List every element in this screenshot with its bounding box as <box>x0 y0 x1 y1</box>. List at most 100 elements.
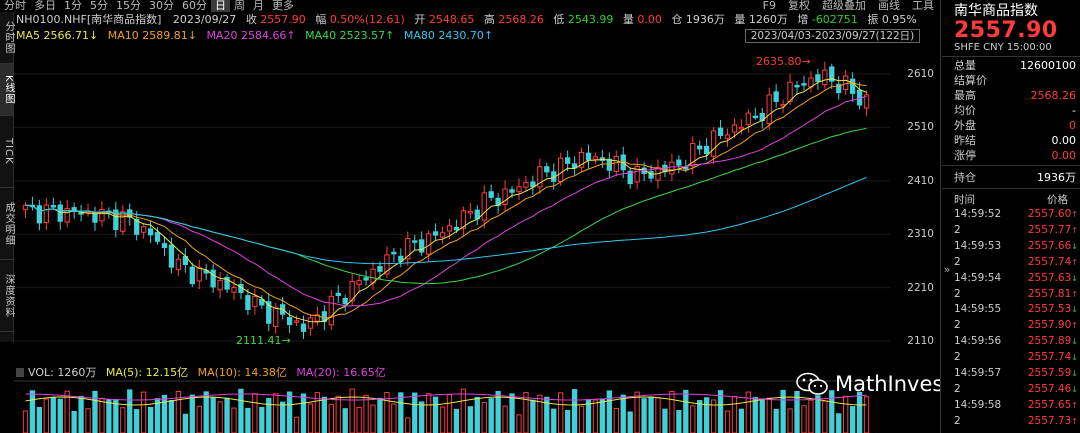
volume-bar <box>495 391 501 433</box>
volume-bar <box>634 391 640 433</box>
overlay-button[interactable]: 超级叠加 <box>816 0 872 12</box>
low-label: 低 <box>553 13 565 26</box>
collapse-panel-icon[interactable]: » <box>940 250 954 290</box>
tick-row: 14:59:52 2557.60↑ <box>954 208 1078 221</box>
high-value: 2568.26 <box>498 13 544 26</box>
tab-kline[interactable]: K线图 <box>0 64 14 116</box>
volume-bar <box>71 410 77 433</box>
tick-time: 2 <box>954 351 961 364</box>
vol-value: 1260万 <box>748 13 788 26</box>
tools-button[interactable]: 工具 <box>906 0 940 12</box>
volume-bar <box>669 390 675 433</box>
stat-label: 结算价 <box>954 74 987 87</box>
period-intraday[interactable]: 分时 <box>0 0 30 12</box>
volume-bar <box>245 407 251 433</box>
volume-bar <box>467 406 473 433</box>
candle-body <box>99 209 105 222</box>
amount-value: 0.00 <box>637 13 662 26</box>
volume-bar <box>599 398 606 433</box>
volume-bar <box>773 408 779 433</box>
volume-bar <box>641 398 647 433</box>
volume-pane-toggle-icon[interactable] <box>16 368 24 377</box>
tick-row: 14:59:57 2557.59↓ <box>954 367 1078 380</box>
volume-bar <box>182 413 188 433</box>
price-tick: 2110 <box>907 335 934 347</box>
volume-bar <box>113 399 119 433</box>
draw-line-button[interactable]: 画线 <box>872 0 906 12</box>
kline-chart[interactable]: 2635.80→ 2111.41→ <box>14 44 890 364</box>
period-30min[interactable]: 30分 <box>145 0 178 12</box>
volume-bar <box>259 406 265 433</box>
tab-intraday[interactable]: 分时图 <box>0 12 14 64</box>
volume-bar <box>592 399 599 433</box>
vol-label: 量 <box>734 13 746 26</box>
f9-button[interactable]: F9 <box>757 0 782 12</box>
candle-body <box>544 166 550 173</box>
volume-bar <box>502 405 508 433</box>
candle-body <box>432 231 439 236</box>
period-5min[interactable]: 5分 <box>86 0 112 12</box>
tab-tick[interactable]: TICK <box>0 116 14 188</box>
volume-bar <box>516 414 522 433</box>
open-value: 2548.65 <box>428 13 475 26</box>
tick-price: 2557.89↓ <box>1027 335 1078 348</box>
adjust-button[interactable]: 复权 <box>782 0 816 12</box>
tick-price: 2557.59↓ <box>1027 367 1078 379</box>
stat-value: - <box>1072 104 1076 117</box>
date-range-box[interactable]: 2023/04/03-2023/09/27(122日) <box>745 29 920 43</box>
volume-bar <box>738 408 745 433</box>
tick-price: 2557.60↑ <box>1027 208 1078 220</box>
volume-bar <box>196 405 202 433</box>
period-1min[interactable]: 1分 <box>60 0 86 12</box>
volume-bar <box>717 390 724 433</box>
stat-row: 昨结 0.00 <box>954 133 1076 148</box>
stat-label: 外盘 <box>954 119 976 132</box>
period-60min[interactable]: 60分 <box>178 0 211 12</box>
period-month[interactable]: 月 <box>249 0 268 12</box>
period-week[interactable]: 周 <box>230 0 249 12</box>
tick-time: 14:59:57 <box>954 367 1002 379</box>
volume-bar <box>690 405 696 433</box>
candle-body <box>745 112 752 125</box>
volume-bar <box>509 393 515 433</box>
volume-bar <box>446 393 453 433</box>
period-day[interactable]: 日 <box>211 0 230 12</box>
tick-row: 2 2557.77↑ <box>954 224 1078 237</box>
period-more[interactable]: 更多 <box>268 0 298 12</box>
volume-info-row: VOL: 1260万 MA(5): 12.15亿 MA(10): 14.38亿 … <box>28 366 386 380</box>
candle-body <box>370 268 376 284</box>
candle-body <box>787 81 793 102</box>
candle-body <box>752 115 758 119</box>
period-multiday[interactable]: 多日 <box>30 0 60 12</box>
volume-ma20-line <box>25 393 867 401</box>
candle-body <box>36 205 43 224</box>
arrow-up-icon: ↑ <box>1071 400 1078 410</box>
arrow-up-icon: ↑ <box>1071 321 1078 331</box>
price-tick: 2410 <box>907 175 934 187</box>
amplitude-value: 0.95% <box>881 13 917 26</box>
volume-bar <box>140 391 147 433</box>
candle-body <box>509 189 515 193</box>
volume-bar <box>50 396 56 433</box>
high-annotation: 2635.80→ <box>756 55 811 68</box>
tab-trades[interactable]: 成交明细 <box>0 188 14 260</box>
tab-profile[interactable]: 深度资料 <box>0 260 14 332</box>
tick-time: 14:59:52 <box>954 208 1002 220</box>
wechat-logo-icon <box>796 372 828 395</box>
tick-price: 2557.53↓ <box>1027 303 1078 316</box>
change-value: 0.50%(12.61) <box>329 13 405 26</box>
volume-bar <box>356 406 362 433</box>
candle-body <box>592 156 599 160</box>
candle-body <box>140 226 147 233</box>
candle-body <box>293 320 300 323</box>
candle-body <box>154 232 161 242</box>
stat-label: 最高 <box>954 89 976 102</box>
candle-body <box>78 212 84 215</box>
volume-bar <box>168 400 175 433</box>
tick-time: 2 <box>954 287 961 300</box>
volume-chart[interactable] <box>14 380 890 433</box>
candle-body <box>22 204 29 211</box>
candle-body <box>161 243 168 249</box>
price-tick: 2610 <box>907 68 934 80</box>
period-15min[interactable]: 15分 <box>112 0 145 12</box>
